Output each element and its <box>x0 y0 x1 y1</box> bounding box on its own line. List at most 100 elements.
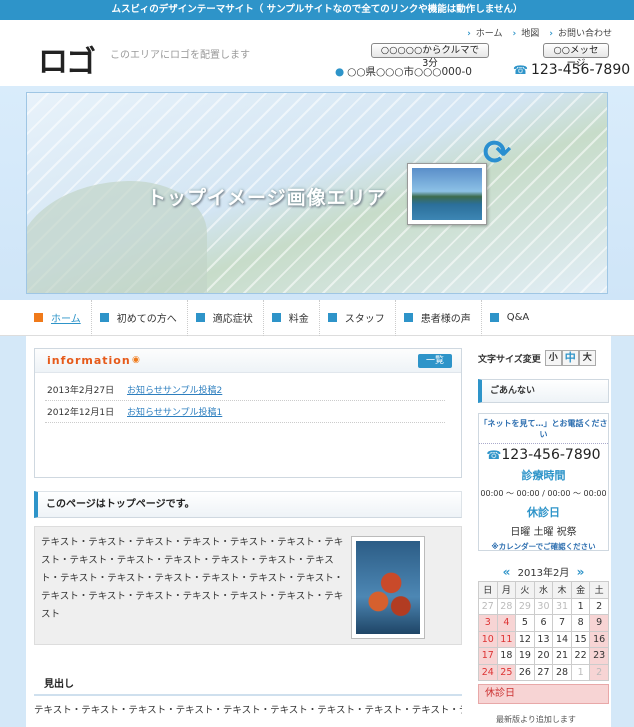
nav-item-fees[interactable]: 料金 <box>264 299 320 336</box>
information-box: information ◉ 一覧 2013年2月27日 お知らせサンプル投稿2 … <box>34 348 462 478</box>
nav-item-voices[interactable]: 患者様の声 <box>396 299 482 336</box>
access-button[interactable]: ○○○○○からクルマで3分 <box>371 43 489 69</box>
nav-label: Q&A <box>506 312 530 323</box>
calendar-week: 27 28 29 30 31 1 2 <box>478 597 609 615</box>
calendar-day: 28 <box>552 663 572 681</box>
calendar-day: 20 <box>533 647 554 665</box>
calendar-weekday: 金 <box>570 581 591 599</box>
calendar-day: 19 <box>515 647 535 665</box>
nav-label: ホーム <box>51 314 81 325</box>
calendar-weekday: 土 <box>589 581 609 599</box>
information-date: 2013年2月27日 <box>47 386 115 396</box>
calendar-month-label: 2013年2月 <box>517 568 570 579</box>
closed-legend: 休診日 <box>478 684 609 704</box>
calendar-day: 7 <box>552 614 572 632</box>
calendar-header: « 2013年2月 » <box>478 564 609 580</box>
nav-item-home[interactable]: ホーム <box>26 299 92 336</box>
calendar-day: 26 <box>515 663 535 681</box>
calendar-day-closed: 17 <box>478 647 498 665</box>
logo[interactable]: ロゴ <box>38 37 96 81</box>
calendar-day: 5 <box>515 614 535 632</box>
calendar-day-closed: 9 <box>589 614 609 632</box>
refresh-icon: ⟳ <box>482 133 512 173</box>
subheading: 見出し <box>34 674 462 696</box>
calendar-week: 10 11 12 13 14 15 16 <box>478 630 609 648</box>
header-link-home[interactable]: ホーム <box>467 26 503 39</box>
calendar-next-button[interactable]: » <box>577 565 585 579</box>
intro-text-box: テキスト・テキスト・テキスト・テキスト・テキスト・テキスト・テキスト・テキスト・… <box>34 526 462 645</box>
sidebar-bottom-link[interactable]: 最新版より追加します <box>478 714 609 725</box>
site-notice-bar: ムスビィのデザインテーマサイト（ サンプルサイトなので全てのリンクや機能は動作し… <box>0 0 634 20</box>
main-image-area: トップイメージ画像エリア ⟳ <box>0 86 634 300</box>
nav-item-first-visit[interactable]: 初めての方へ <box>92 299 188 336</box>
calendar-day: 27 <box>533 663 554 681</box>
calendar-day: 27 <box>478 597 498 615</box>
message-button[interactable]: ○○メッセージ <box>543 43 609 69</box>
calendar-day: 1 <box>570 663 591 681</box>
nav-label: 初めての方へ <box>116 314 177 325</box>
contact-note: 「ネットを見て…」とお電話ください <box>479 418 608 444</box>
autumn-leaves-photo <box>351 536 425 639</box>
calendar-day-closed: 3 <box>478 614 498 632</box>
nav-square-icon <box>34 313 43 322</box>
nav-label: 料金 <box>288 314 309 325</box>
nav-square-icon <box>489 313 499 322</box>
calendar-day: 6 <box>533 614 554 632</box>
nav-label: 適応症状 <box>212 314 253 325</box>
font-size-switcher: 文字サイズ変更 小 中 大 <box>478 348 609 368</box>
nav-square-icon <box>195 313 205 322</box>
calendar-week: 3 4 5 6 7 8 9 <box>478 614 609 632</box>
information-header: information ◉ 一覧 <box>35 349 461 373</box>
calendar-day: 14 <box>552 630 572 648</box>
calendar-day: 18 <box>496 647 517 665</box>
calendar-note: ※カレンダーでご確認ください <box>491 542 596 551</box>
contact-box: 「ネットを見て…」とお電話ください ☎123-456-7890 診療時間 00:… <box>478 413 609 551</box>
nav-label: スタッフ <box>344 314 385 325</box>
nav-square-icon <box>403 313 413 322</box>
nav-item-symptoms[interactable]: 適応症状 <box>188 299 264 336</box>
main-image-caption: トップイメージ画像エリア <box>147 187 387 209</box>
calendar-prev-button[interactable]: « <box>503 565 511 579</box>
calendar-day: 15 <box>570 630 591 648</box>
calendar-day-closed: 4 <box>496 614 517 632</box>
font-size-medium-button[interactable]: 中 <box>561 350 579 366</box>
nav-square-icon <box>99 313 109 322</box>
landscape-photo-icon <box>407 163 487 225</box>
calendar-weekday: 月 <box>496 581 517 599</box>
font-size-label: 文字サイズ変更 <box>478 354 541 365</box>
address: ● ○○県○○○市○○○000-0 <box>335 64 472 79</box>
calendar-day-closed: 24 <box>478 663 498 681</box>
calendar-weekday: 水 <box>533 581 554 599</box>
nav-item-staff[interactable]: スタッフ <box>320 299 396 336</box>
calendar-weekday: 日 <box>478 581 498 599</box>
contact-phone: ☎123-456-7890 <box>479 447 608 463</box>
information-link[interactable]: お知らせサンプル投稿1 <box>127 403 222 423</box>
closed-title: 休診日 <box>527 506 560 519</box>
calendar-week: 17 18 19 20 21 22 23 <box>478 647 609 665</box>
bottom-text: テキスト・テキスト・テキスト・テキスト・テキスト・テキスト・テキスト・テキスト・… <box>34 705 462 716</box>
hours-title: 診療時間 <box>521 469 566 482</box>
information-link[interactable]: お知らせサンプル投稿2 <box>127 381 222 401</box>
rss-icon[interactable]: ◉ <box>132 356 141 365</box>
phone-icon: ☎ <box>513 63 528 77</box>
map-pin-icon: ● <box>335 66 345 78</box>
hours-text: 00:00 ～ 00:00 / 00:00 ～ 00:00 <box>480 489 607 498</box>
header-link-map[interactable]: 地図 <box>513 26 539 39</box>
header-link-contact[interactable]: お問い合わせ <box>549 26 612 39</box>
font-size-small-button[interactable]: 小 <box>544 350 562 366</box>
information-row: 2013年2月27日 お知らせサンプル投稿2 <box>45 381 445 401</box>
information-all-button[interactable]: 一覧 <box>418 354 452 368</box>
guide-heading[interactable]: ごあんない <box>478 379 609 403</box>
calendar: 日 月 火 水 木 金 土 27 28 29 30 31 1 2 3 4 5 6… <box>478 581 609 681</box>
header-phone-number: 123-456-7890 <box>530 62 631 78</box>
calendar-day: 8 <box>570 614 591 632</box>
calendar-day-closed: 10 <box>478 630 498 648</box>
header-links: ホーム 地図 お問い合わせ <box>467 26 612 39</box>
header-phone: ☎ 123-456-7890 <box>513 62 630 78</box>
nav-item-qa[interactable]: Q&A <box>482 300 540 336</box>
calendar-day: 30 <box>533 597 554 615</box>
main-image: トップイメージ画像エリア ⟳ <box>26 92 608 294</box>
calendar-day: 2 <box>589 597 609 615</box>
header: ロゴ このエリアにロゴを配置します ホーム 地図 お問い合わせ ○○○○○からク… <box>0 20 634 86</box>
font-size-large-button[interactable]: 大 <box>578 350 596 366</box>
